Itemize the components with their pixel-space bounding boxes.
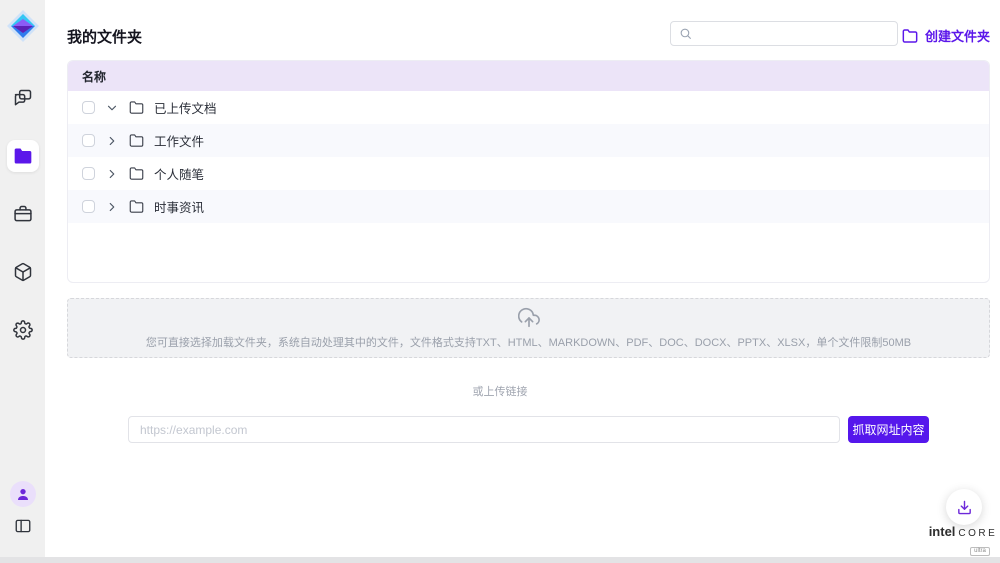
chevron-down-icon[interactable] (105, 101, 119, 115)
name-column-header: 名称 (82, 68, 106, 85)
chat-icon (13, 88, 33, 108)
settings-icon (13, 320, 33, 340)
or-upload-link-label: 或上传链接 (0, 383, 1000, 399)
upload-dropzone[interactable]: 您可直接选择加载文件夹，系统自动处理其中的文件，文件格式支持TXT、HTML、M… (67, 298, 990, 358)
sidebar (0, 0, 45, 557)
search-icon (679, 27, 692, 40)
folder-icon (129, 166, 144, 181)
intel-brand-series: core (958, 528, 997, 539)
sidebar-item-chat[interactable] (7, 82, 39, 114)
panel-toggle[interactable] (14, 517, 32, 535)
chevron-right-icon[interactable] (105, 200, 119, 214)
folder-icon (129, 133, 144, 148)
fetch-url-button[interactable]: 抓取网址内容 (848, 416, 929, 443)
folder-name[interactable]: 已上传文档 (154, 98, 217, 117)
row-checkbox[interactable] (82, 167, 95, 180)
create-folder-label: 创建文件夹 (925, 26, 990, 45)
sidebar-item-models[interactable] (7, 256, 39, 288)
sidebar-nav (7, 82, 39, 346)
user-avatar[interactable] (10, 481, 36, 507)
download-fab-button[interactable] (946, 489, 982, 525)
app-logo-icon[interactable] (5, 8, 41, 44)
url-input[interactable] (128, 416, 840, 443)
folder-icon (129, 199, 144, 214)
chevron-right-icon[interactable] (105, 134, 119, 148)
folder-name[interactable]: 工作文件 (154, 131, 204, 150)
cube-icon (13, 262, 33, 282)
folder-table: 名称 已上传文档 工作文件 个人随笔 时事资讯 (67, 60, 990, 283)
chevron-right-icon[interactable] (105, 167, 119, 181)
upload-cloud-icon (518, 307, 540, 329)
row-checkbox[interactable] (82, 134, 95, 147)
table-header-row: 名称 (68, 61, 989, 91)
sidebar-bottom (10, 481, 36, 535)
row-checkbox[interactable] (82, 200, 95, 213)
table-row[interactable]: 工作文件 (68, 124, 989, 157)
upload-description: 您可直接选择加载文件夹，系统自动处理其中的文件，文件格式支持TXT、HTML、M… (146, 334, 911, 350)
row-checkbox[interactable] (82, 101, 95, 114)
panel-toggle-icon (14, 517, 32, 535)
page-title: 我的文件夹 (67, 26, 142, 47)
search-input[interactable] (698, 27, 889, 41)
table-row[interactable]: 已上传文档 (68, 91, 989, 124)
briefcase-icon (13, 204, 33, 224)
intel-core-logo: intel core ultra (930, 524, 996, 557)
bottom-edge-bar (0, 557, 1000, 563)
table-row[interactable]: 时事资讯 (68, 190, 989, 223)
folder-plus-icon (902, 28, 918, 44)
sidebar-item-folders[interactable] (7, 140, 39, 172)
search-box[interactable] (670, 21, 898, 46)
folder-name[interactable]: 个人随笔 (154, 164, 204, 183)
sidebar-item-settings[interactable] (7, 314, 39, 346)
intel-brand-name: intel (929, 524, 956, 539)
folder-name[interactable]: 时事资讯 (154, 197, 204, 216)
create-folder-button[interactable]: 创建文件夹 (902, 26, 990, 45)
user-avatar-icon (15, 486, 31, 502)
table-row[interactable]: 个人随笔 (68, 157, 989, 190)
download-icon (956, 499, 973, 516)
folder-icon (129, 100, 144, 115)
intel-brand-tier-badge: ultra (970, 547, 990, 556)
folder-icon (13, 146, 33, 166)
sidebar-item-workspace[interactable] (7, 198, 39, 230)
